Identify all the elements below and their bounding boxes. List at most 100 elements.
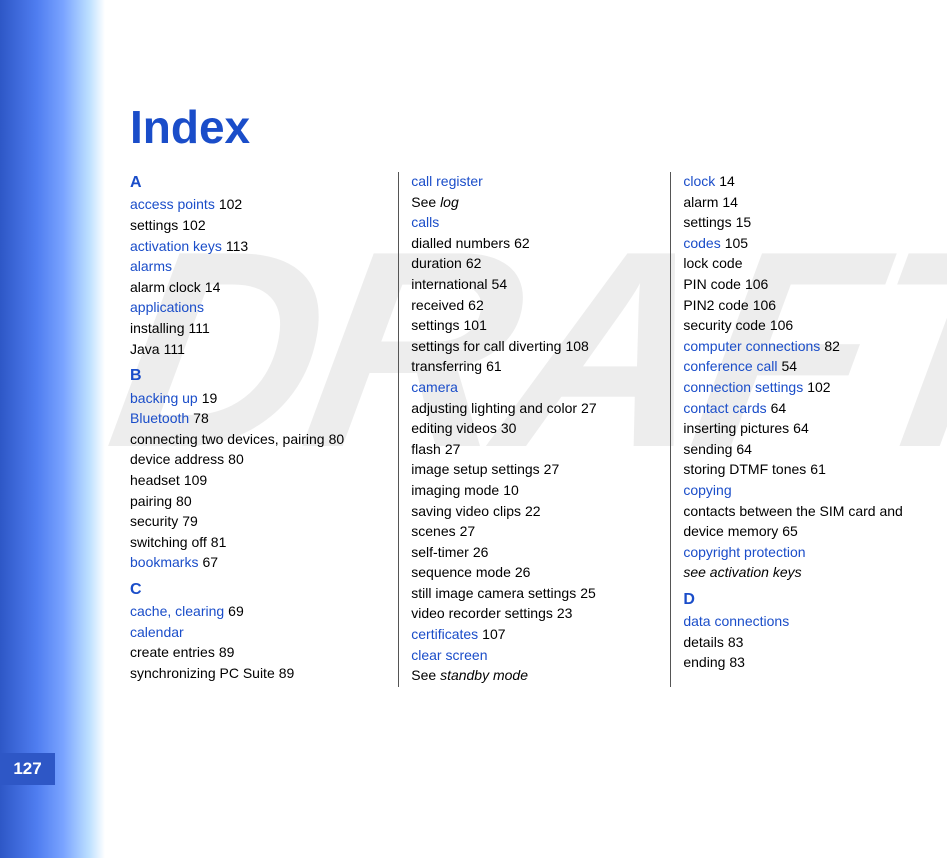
page-ref[interactable]: 27: [460, 523, 476, 539]
index-content: Index A access points102 settings102 act…: [130, 100, 947, 687]
page-ref[interactable]: 64: [736, 441, 752, 457]
page-ref[interactable]: 82: [824, 338, 840, 354]
entry-calendar: calendar: [130, 623, 386, 643]
term[interactable]: computer connections: [683, 338, 820, 354]
entry-copyright: copyright protection: [683, 543, 935, 563]
term[interactable]: camera: [411, 379, 458, 395]
page-ref[interactable]: 61: [810, 461, 826, 477]
subentry-cal-create: create entries89: [130, 643, 386, 663]
term[interactable]: cache, clearing: [130, 603, 224, 619]
page-ref[interactable]: 89: [279, 665, 295, 681]
term[interactable]: bookmarks: [130, 554, 198, 570]
term[interactable]: calendar: [130, 624, 184, 640]
page-ref[interactable]: 107: [482, 626, 505, 642]
page-ref[interactable]: 101: [464, 317, 487, 333]
see-prefix: See: [411, 194, 440, 210]
page-ref[interactable]: 111: [164, 341, 185, 357]
page-ref[interactable]: 26: [515, 564, 531, 580]
term[interactable]: activation keys: [130, 238, 222, 254]
subentry-installing: installing111: [130, 319, 386, 339]
subterm: connecting two devices, pairing: [130, 431, 325, 447]
term[interactable]: backing up: [130, 390, 198, 406]
subentry-bt-pairing: pairing80: [130, 492, 386, 512]
term[interactable]: connection settings: [683, 379, 803, 395]
page-ref[interactable]: 79: [182, 513, 198, 529]
page-ref[interactable]: 83: [728, 634, 744, 650]
page-ref[interactable]: 65: [782, 523, 798, 539]
term[interactable]: contact cards: [683, 400, 766, 416]
page-ref[interactable]: 67: [202, 554, 218, 570]
page-ref[interactable]: 61: [486, 358, 502, 374]
see-activation-keys[interactable]: see activation keys: [683, 563, 935, 583]
page-ref[interactable]: 15: [736, 214, 752, 230]
page-ref[interactable]: 62: [468, 297, 484, 313]
subentry-java: Java111: [130, 340, 386, 360]
term[interactable]: data connections: [683, 613, 789, 629]
page-ref[interactable]: 113: [226, 238, 248, 254]
page-ref[interactable]: 62: [514, 235, 530, 251]
page-ref[interactable]: 23: [557, 605, 573, 621]
subentry-clock-settings: settings15: [683, 213, 935, 233]
page-ref[interactable]: 19: [202, 390, 218, 406]
page-ref[interactable]: 14: [722, 194, 738, 210]
see-target[interactable]: standby mode: [440, 667, 528, 683]
page-ref[interactable]: 27: [445, 441, 461, 457]
page-ref[interactable]: 106: [745, 276, 768, 292]
page-ref[interactable]: 108: [565, 338, 588, 354]
term[interactable]: Bluetooth: [130, 410, 189, 426]
term[interactable]: codes: [683, 235, 720, 251]
subentry-cam-scenes: scenes27: [411, 522, 658, 542]
page-ref[interactable]: 78: [193, 410, 209, 426]
term[interactable]: clock: [683, 173, 715, 189]
page-ref[interactable]: 30: [501, 420, 517, 436]
term[interactable]: conference call: [683, 358, 777, 374]
page-ref[interactable]: 80: [228, 451, 244, 467]
page-ref[interactable]: 14: [205, 279, 221, 295]
subentry-clock-alarm: alarm14: [683, 193, 935, 213]
page-ref[interactable]: 89: [219, 644, 235, 660]
term[interactable]: alarms: [130, 258, 172, 274]
page-ref[interactable]: 106: [753, 297, 776, 313]
page-ref[interactable]: 109: [184, 472, 207, 488]
subterm: settings for call diverting: [411, 338, 561, 354]
gradient-strip: [0, 0, 105, 858]
page-ref[interactable]: 22: [525, 503, 541, 519]
page-ref[interactable]: 106: [770, 317, 793, 333]
term[interactable]: applications: [130, 299, 204, 315]
page-ref[interactable]: 25: [580, 585, 596, 601]
page-ref[interactable]: 27: [544, 461, 560, 477]
term[interactable]: clear screen: [411, 647, 487, 663]
page-ref[interactable]: 111: [188, 320, 209, 336]
page-ref[interactable]: 102: [807, 379, 830, 395]
page-ref[interactable]: 27: [581, 400, 597, 416]
page-ref[interactable]: 26: [473, 544, 489, 560]
subentry-cam-sequence: sequence mode26: [411, 563, 658, 583]
term[interactable]: certificates: [411, 626, 478, 642]
subentry-lock-code: lock code: [683, 254, 935, 274]
page-ref[interactable]: 69: [228, 603, 244, 619]
term[interactable]: calls: [411, 214, 439, 230]
page-ref[interactable]: 80: [329, 431, 345, 447]
page-ref[interactable]: 54: [782, 358, 798, 374]
entry-activation-keys: activation keys113: [130, 237, 386, 257]
page-ref[interactable]: 54: [492, 276, 508, 292]
page-ref[interactable]: 10: [503, 482, 519, 498]
page-ref[interactable]: 81: [211, 534, 227, 550]
page-ref[interactable]: 64: [771, 400, 787, 416]
subterm: switching off: [130, 534, 207, 550]
term[interactable]: call register: [411, 173, 483, 189]
page-ref[interactable]: 83: [729, 654, 745, 670]
entry-calls: calls: [411, 213, 658, 233]
see-target[interactable]: log: [440, 194, 459, 210]
term[interactable]: copyright protection: [683, 544, 805, 560]
term[interactable]: access points: [130, 196, 215, 212]
subentry-cam-saving-clips: saving video clips22: [411, 502, 658, 522]
page-ref[interactable]: 102: [219, 196, 242, 212]
page-ref[interactable]: 80: [176, 493, 192, 509]
term[interactable]: copying: [683, 482, 731, 498]
page-ref[interactable]: 64: [793, 420, 809, 436]
page-ref[interactable]: 62: [466, 255, 482, 271]
page-ref[interactable]: 105: [725, 235, 748, 251]
page-ref[interactable]: 102: [182, 217, 205, 233]
page-ref[interactable]: 14: [719, 173, 735, 189]
